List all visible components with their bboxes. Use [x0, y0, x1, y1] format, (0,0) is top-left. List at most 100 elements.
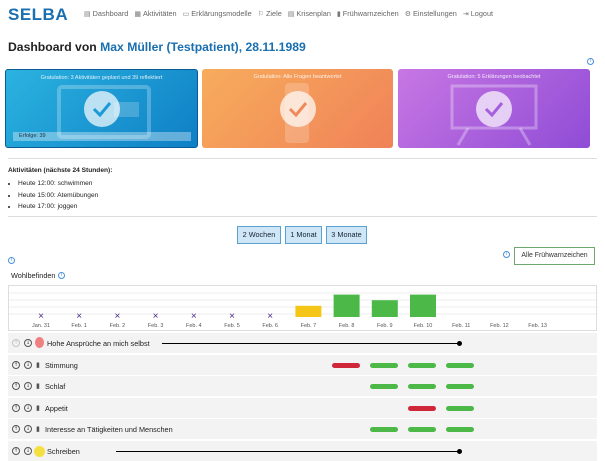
- nav-item-label: Krisenplan: [296, 9, 331, 18]
- check-icon: [476, 90, 512, 127]
- info-icon[interactable]: i: [503, 251, 510, 258]
- thermometer-icon: ▮: [36, 383, 40, 390]
- green-rating-pill: [369, 384, 398, 389]
- bar: [371, 300, 398, 317]
- gear-icon: ⚙: [404, 10, 412, 18]
- range-2-weeks-button[interactable]: 2 Wochen: [237, 226, 281, 244]
- x-tick-label: Feb. 7: [301, 323, 317, 329]
- activity-item: Heute 15:00: Atemübungen: [18, 190, 98, 202]
- top-nav: SELBA ▤ Dashboard ▦ Aktivitäten ▭ Erklärungsm…: [0, 0, 605, 30]
- nav-item-label: Erklärungsmodelle: [191, 9, 252, 18]
- nav-item-logout[interactable]: ⇥ Logout: [463, 9, 493, 18]
- green-rating-pill: [369, 362, 398, 368]
- missing-marker: ×: [229, 311, 235, 322]
- calendar-icon: ▦: [134, 10, 141, 18]
- missing-marker: ×: [114, 311, 120, 322]
- wellbeing-chart: Jan. 31 × Feb. 1 × Feb. 2 × Feb. 3 × Feb. 4 × Feb.…: [8, 285, 598, 331]
- trend-line: [162, 343, 459, 344]
- activity-item: Heute 17:00: joggen: [18, 201, 98, 213]
- missing-marker: ×: [76, 311, 82, 322]
- green-rating-pill: [369, 427, 398, 432]
- card-caption: Gratulation: 3 Aktivitäten geplant und 3…: [40, 75, 163, 81]
- explanations-card[interactable]: Gratulation: 5 Erklärungen beobachtet: [398, 69, 590, 148]
- document-icon: ▤: [84, 10, 91, 18]
- nav-item-frühwarnzeichen[interactable]: ▮ Frühwarnzeichen: [337, 9, 399, 18]
- drop-icon: [35, 337, 44, 348]
- move-down-icon[interactable]: ↓: [24, 339, 32, 347]
- move-up-icon[interactable]: ↑: [12, 339, 20, 347]
- wellbeing-title: Wohlbefinden: [11, 271, 56, 280]
- green-rating-pill: [408, 384, 436, 389]
- move-up-icon[interactable]: ↑: [12, 446, 20, 455]
- nav-menu: ▤ Dashboard ▦ Aktivitäten ▭ Erklärungsmodelle…: [84, 9, 493, 18]
- title-prefix: Dashboard von: [8, 40, 97, 54]
- info-icon[interactable]: i: [587, 58, 594, 65]
- row-label: Schreiben: [47, 446, 80, 456]
- info-icon[interactable]: i: [58, 272, 65, 279]
- app-logo[interactable]: SELBA: [8, 5, 68, 25]
- row-label: Hohe Ansprüche an mich selbst: [47, 339, 150, 348]
- nav-item-aktivitäten[interactable]: ▦ Aktivitäten: [134, 9, 176, 18]
- nav-item-label: Dashboard: [92, 9, 129, 18]
- red-rating-pill: [331, 362, 360, 368]
- questions-card[interactable]: Gratulation: Alle Fragen beantwortet: [202, 69, 393, 148]
- thermometer-icon: ▮: [36, 426, 40, 433]
- warning-sign-row[interactable]: ↑ ↓ Hohe Ansprüche an mich selbst: [8, 332, 597, 353]
- activity-item: Heute 12:00: schwimmen: [18, 178, 98, 190]
- activity-card[interactable]: Gratulation: 3 Aktivitäten geplant und 3…: [5, 69, 198, 148]
- range-3-months-button[interactable]: 3 Monate: [326, 226, 367, 244]
- page-title: Dashboard von Max Müller (Testpatient), …: [8, 40, 306, 54]
- move-up-icon[interactable]: ↑: [12, 403, 20, 412]
- trend-end-dot: [457, 341, 463, 346]
- red-rating-pill: [408, 405, 436, 411]
- flag-icon: ⚐: [257, 10, 264, 18]
- move-down-icon[interactable]: ↓: [24, 446, 32, 455]
- green-rating-pill: [446, 362, 475, 368]
- range-1-month-button[interactable]: 1 Monat: [285, 226, 322, 244]
- move-down-icon[interactable]: ↓: [24, 403, 32, 412]
- warning-sign-row[interactable]: ↑ ↓ Schreiben: [8, 439, 597, 461]
- move-down-icon[interactable]: ↓: [24, 382, 32, 390]
- missing-marker: ×: [153, 311, 159, 322]
- divider: [8, 158, 597, 159]
- warning-sign-row[interactable]: ↑ ↓ ▮ Interesse an Tätigkeiten und Menschen: [8, 418, 597, 439]
- warning-sign-row[interactable]: ↑ ↓ ▮ Stimmung: [8, 353, 597, 375]
- bar: [295, 305, 322, 317]
- x-tick-label: Feb. 4: [186, 323, 202, 329]
- patient-name: Max Müller (Testpatient), 28.11.1989: [100, 40, 306, 54]
- move-down-icon[interactable]: ↓: [24, 360, 32, 369]
- nav-item-label: Logout: [470, 9, 494, 18]
- thermometer-icon: ▮: [36, 361, 40, 369]
- move-up-icon[interactable]: ↑: [12, 360, 20, 369]
- divider: [8, 216, 597, 217]
- nav-item-krisenplan[interactable]: ▤ Krisenplan: [288, 9, 331, 18]
- activities-title: Aktivitäten (nächste 24 Stunden):: [8, 167, 113, 174]
- all-warning-signs-button[interactable]: Alle Frühwarnzeichen: [514, 247, 595, 265]
- move-up-icon[interactable]: ↑: [12, 425, 20, 433]
- x-tick-label: Feb. 5: [224, 323, 240, 329]
- nav-item-label: Einstellungen: [413, 9, 457, 18]
- check-icon: [279, 90, 316, 127]
- x-tick-label: Feb. 2: [110, 323, 126, 329]
- green-rating-pill: [446, 384, 475, 389]
- nav-item-ziele[interactable]: ⚐ Ziele: [258, 9, 282, 18]
- info-icon[interactable]: i: [8, 257, 15, 264]
- nav-item-label: Ziele: [265, 9, 282, 18]
- nav-item-einstellungen[interactable]: ⚙ Einstellungen: [405, 9, 457, 18]
- nav-item-dashboard[interactable]: ▤ Dashboard: [84, 9, 128, 18]
- success-bar: Erfolge: 39: [13, 132, 191, 141]
- check-icon: [83, 90, 120, 127]
- move-down-icon[interactable]: ↓: [24, 425, 32, 433]
- row-label: Appetit: [45, 403, 68, 413]
- nav-item-erklärungsmodelle[interactable]: ▭ Erklärungsmodelle: [183, 9, 252, 18]
- nav-item-label: Frühwarnzeichen: [342, 9, 399, 18]
- warning-sign-row[interactable]: ↑ ↓ ▮ Schlaf: [8, 375, 597, 396]
- x-tick-label: Feb. 13: [528, 323, 547, 329]
- document-icon: ▤: [287, 10, 295, 18]
- x-tick-label: Feb. 3: [148, 323, 164, 329]
- warning-sign-row[interactable]: ↑ ↓ ▮ Appetit: [8, 396, 597, 418]
- success-count: Erfolge: 39: [19, 133, 46, 139]
- missing-marker: ×: [267, 311, 273, 322]
- x-tick-label: Feb. 8: [339, 323, 355, 329]
- move-up-icon[interactable]: ↑: [12, 382, 20, 390]
